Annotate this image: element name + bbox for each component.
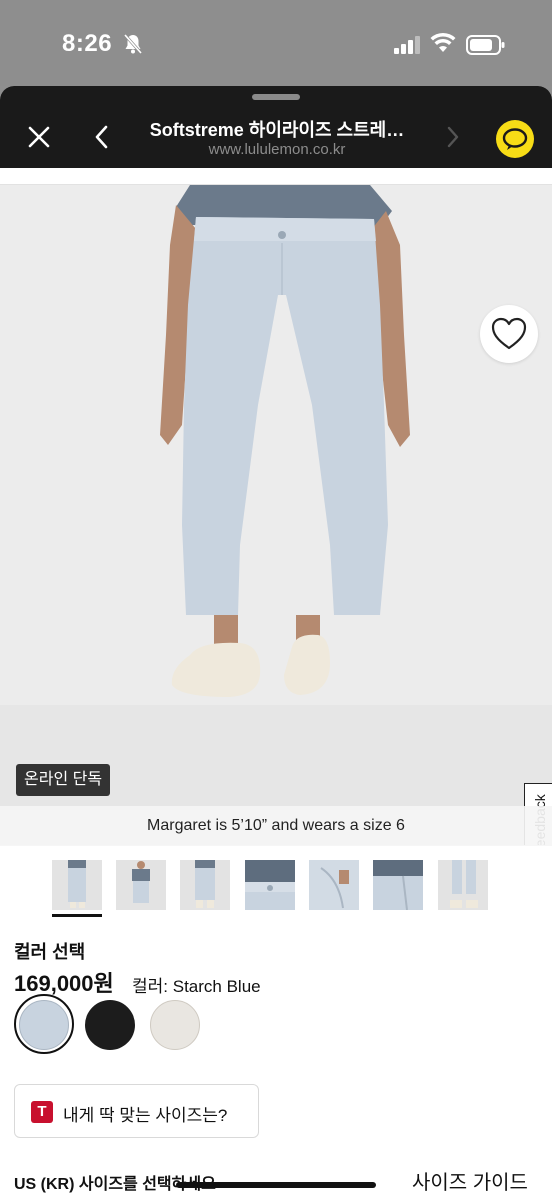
thumbnail-6-image: [373, 860, 423, 910]
heart-icon: [491, 317, 527, 350]
status-bar: 8:26: [0, 0, 552, 86]
swatch-light[interactable]: [150, 1000, 200, 1050]
thumbnail-4[interactable]: [245, 860, 295, 910]
fit-finder-label: 내게 딱 맞는 사이즈는?: [63, 1106, 228, 1125]
close-icon[interactable]: [22, 120, 56, 154]
size-fit-finder-button[interactable]: T 내게 딱 맞는 사이즈는?: [14, 1084, 259, 1138]
wifi-icon: [430, 32, 456, 52]
swatch-black[interactable]: [85, 1000, 135, 1050]
home-indicator[interactable]: [176, 1182, 376, 1188]
in-app-browser-sheet: Softstreme 하이라이즈 스트레… www.lululemon.co.k…: [0, 86, 552, 1200]
thumbnail-4-image: [245, 860, 295, 910]
thumbnail-7[interactable]: [438, 860, 488, 910]
thumbnail-active-indicator: [52, 914, 102, 917]
thumbnail-7-image: [438, 860, 488, 910]
bell-slash-icon: [123, 34, 143, 54]
wishlist-button[interactable]: [480, 305, 538, 363]
thumbnail-strip: [0, 860, 552, 920]
thumbnail-6[interactable]: [373, 860, 423, 910]
color-name: Starch Blue: [172, 977, 261, 996]
fit-finder-logo-icon: T: [31, 1101, 53, 1123]
page-title: Softstreme 하이라이즈 스트레…: [149, 120, 405, 140]
thumbnail-1[interactable]: [52, 860, 102, 910]
cellular-signal-icon: [394, 36, 420, 54]
product-price: 169,000원: [14, 971, 114, 996]
sheet-grabber[interactable]: [252, 94, 300, 100]
battery-icon: [466, 35, 505, 55]
status-time: 8:26: [62, 30, 113, 57]
size-guide-link[interactable]: 사이즈 가이드: [412, 1166, 528, 1195]
browser-header: Softstreme 하이라이즈 스트레… www.lululemon.co.k…: [0, 86, 552, 168]
color-prefix: 컬러:: [132, 977, 173, 996]
header-divider: [0, 168, 552, 185]
thumbnail-5[interactable]: [309, 860, 359, 910]
model-size-caption: Margaret is 5’10” and wears a size 6: [0, 806, 552, 846]
thumbnail-2-image: [116, 860, 166, 910]
back-chevron-icon[interactable]: [88, 120, 116, 154]
thumbnail-5-image: [309, 860, 359, 910]
kakao-talk-button[interactable]: [496, 120, 534, 158]
thumbnail-1-image: [52, 860, 102, 910]
chat-bubble-icon: [502, 128, 528, 150]
thumbnail-3[interactable]: [180, 860, 230, 910]
thumbnail-2[interactable]: [116, 860, 166, 910]
thumbnail-3-image: [180, 860, 230, 910]
online-exclusive-badge: 온라인 단독: [16, 764, 111, 796]
selected-color-label: 컬러: Starch Blue: [132, 972, 261, 997]
swatch-starch-blue[interactable]: [19, 1000, 69, 1050]
product-photo-pants: [0, 185, 552, 845]
page-url: www.lululemon.co.kr: [208, 141, 346, 158]
color-select-title: 컬러 선택: [14, 942, 86, 962]
product-image[interactable]: Feedback: [0, 185, 552, 845]
forward-chevron-icon[interactable]: [440, 122, 466, 152]
